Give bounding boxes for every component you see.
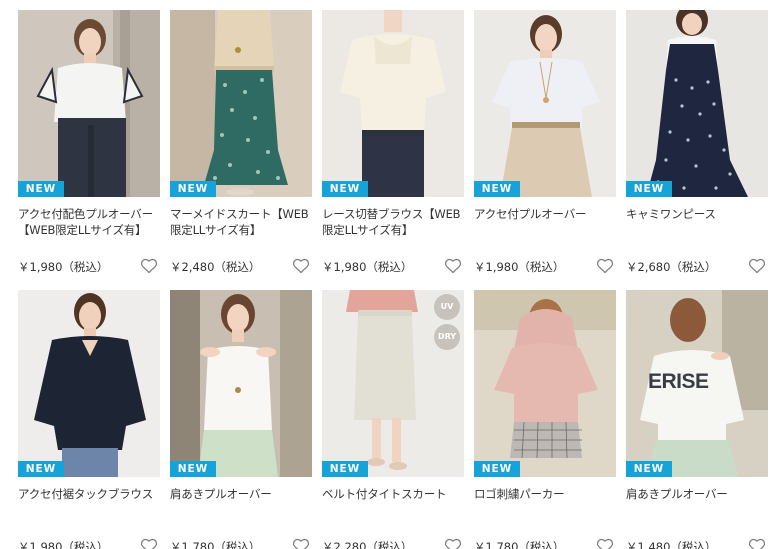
product-card[interactable]: NEW マーメイドスカート【WEB限定LLサイズ有】 ￥2,480（税込）: [170, 10, 312, 282]
product-card[interactable]: NEW 肩あきプルオーバー ￥1,780（税込）: [170, 290, 312, 549]
product-card[interactable]: NEW アクセ付裾タックブラウス ￥1,980（税込）: [18, 290, 160, 549]
new-badge: NEW: [626, 461, 672, 477]
product-card[interactable]: NEW アクセ付配色プルオーバー【WEB限定LLサイズ有】 ￥1,980（税込）: [18, 10, 160, 282]
model-photo: [18, 10, 160, 197]
product-name[interactable]: ベルト付タイトスカート: [322, 486, 464, 502]
product-name[interactable]: ロゴ刺繍パーカー: [474, 486, 616, 502]
model-photo: [170, 290, 312, 477]
product-card[interactable]: UV DRY NEW ベルト付タイトスカート ￥2,280（税込）: [322, 290, 464, 549]
new-badge: NEW: [474, 181, 520, 197]
heart-outline-icon[interactable]: [748, 538, 766, 549]
heart-outline-icon[interactable]: [292, 538, 310, 549]
heart-outline-icon[interactable]: [596, 538, 614, 549]
new-badge: NEW: [170, 181, 216, 197]
new-badge: NEW: [474, 461, 520, 477]
heart-outline-icon[interactable]: [140, 258, 158, 274]
product-image[interactable]: NEW: [170, 290, 312, 477]
product-price: ￥1,480（税込）: [626, 540, 717, 549]
model-photo: [474, 290, 616, 477]
product-name[interactable]: アクセ付配色プルオーバー【WEB限定LLサイズ有】: [18, 206, 160, 238]
product-price: ￥1,780（税込）: [170, 540, 261, 549]
new-badge: NEW: [322, 461, 368, 477]
dry-ribbon: DRY: [434, 324, 460, 350]
product-card[interactable]: NEW ロゴ刺繍パーカー ￥1,780（税込）: [474, 290, 616, 549]
heart-outline-icon[interactable]: [596, 258, 614, 274]
product-price: ￥1,980（税込）: [18, 260, 109, 274]
new-badge: NEW: [18, 461, 64, 477]
product-price: ￥2,480（税込）: [170, 260, 261, 274]
product-name[interactable]: 肩あきプルオーバー: [170, 486, 312, 502]
product-price: ￥1,980（税込）: [474, 260, 565, 274]
product-image[interactable]: NEW: [322, 10, 464, 197]
model-photo: [474, 10, 616, 197]
product-name[interactable]: マーメイドスカート【WEB限定LLサイズ有】: [170, 206, 312, 238]
model-photo: [18, 290, 160, 477]
heart-outline-icon[interactable]: [444, 258, 462, 274]
product-card[interactable]: ERISE NEW 肩あきプルオーバー ￥1,480（税込）: [626, 290, 768, 549]
product-card[interactable]: NEW レース切替ブラウス【WEB限定LLサイズ有】 ￥1,980（税込）: [322, 10, 464, 282]
product-name[interactable]: アクセ付裾タックブラウス: [18, 486, 160, 502]
heart-outline-icon[interactable]: [748, 258, 766, 274]
product-name[interactable]: アクセ付プルオーバー: [474, 206, 616, 222]
new-badge: NEW: [322, 181, 368, 197]
product-image[interactable]: NEW: [170, 10, 312, 197]
product-name[interactable]: 肩あきプルオーバー: [626, 486, 768, 502]
product-price: ￥1,780（税込）: [474, 540, 565, 549]
product-image[interactable]: NEW: [474, 290, 616, 477]
new-badge: NEW: [18, 181, 64, 197]
product-card[interactable]: NEW アクセ付プルオーバー ￥1,980（税込）: [474, 10, 616, 282]
product-image[interactable]: NEW: [626, 10, 768, 197]
product-image[interactable]: NEW: [474, 10, 616, 197]
uv-ribbon: UV: [434, 294, 460, 320]
product-image[interactable]: NEW: [18, 10, 160, 197]
product-image[interactable]: ERISE NEW: [626, 290, 768, 477]
model-photo: [170, 10, 312, 197]
model-photo: [626, 10, 768, 197]
new-badge: NEW: [626, 181, 672, 197]
product-image[interactable]: UV DRY NEW: [322, 290, 464, 477]
product-price: ￥1,980（税込）: [322, 260, 413, 274]
product-image[interactable]: NEW: [18, 290, 160, 477]
model-photo: [322, 10, 464, 197]
heart-outline-icon[interactable]: [140, 538, 158, 549]
new-badge: NEW: [170, 461, 216, 477]
product-card[interactable]: NEW キャミワンピース ￥2,680（税込）: [626, 10, 768, 282]
product-price: ￥2,280（税込）: [322, 540, 413, 549]
product-name[interactable]: レース切替ブラウス【WEB限定LLサイズ有】: [322, 206, 464, 238]
product-price: ￥1,980（税込）: [18, 540, 109, 549]
product-grid: NEW アクセ付配色プルオーバー【WEB限定LLサイズ有】 ￥1,980（税込）: [0, 0, 779, 549]
garment-print-text: ERISE: [648, 370, 709, 393]
product-name[interactable]: キャミワンピース: [626, 206, 768, 222]
heart-outline-icon[interactable]: [444, 538, 462, 549]
heart-outline-icon[interactable]: [292, 258, 310, 274]
product-price: ￥2,680（税込）: [626, 260, 717, 274]
